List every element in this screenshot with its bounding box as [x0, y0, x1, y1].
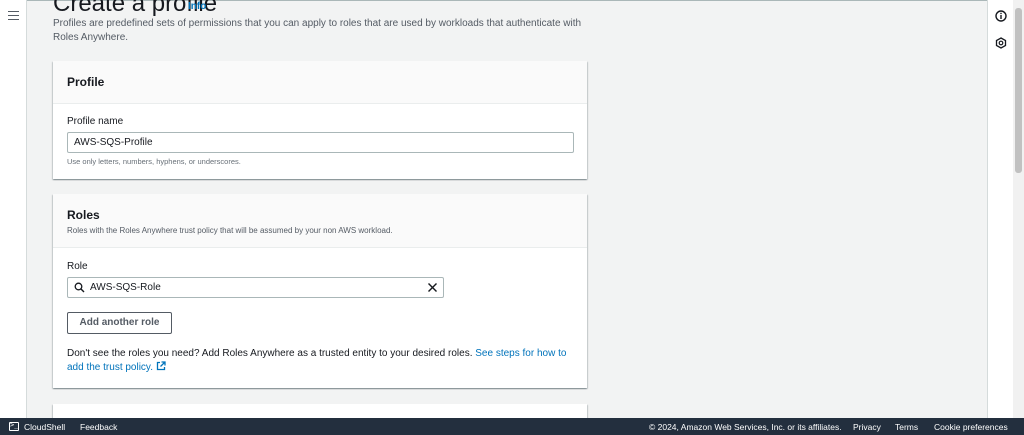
terms-link[interactable]: Terms	[895, 422, 918, 432]
scrollbar-thumb[interactable]	[1015, 8, 1022, 173]
close-icon[interactable]	[427, 282, 438, 293]
page-description: Profiles are predefined sets of permissi…	[53, 18, 582, 43]
external-link-icon	[156, 361, 166, 371]
info-link[interactable]: Info	[188, 1, 206, 12]
right-tools-rail	[987, 0, 1014, 418]
shield-settings-icon[interactable]	[995, 37, 1007, 49]
profile-name-input[interactable]	[67, 132, 574, 153]
search-icon	[74, 282, 85, 293]
hamburger-menu-icon[interactable]	[8, 11, 19, 20]
profile-name-label: Profile name	[67, 116, 124, 127]
privacy-link[interactable]: Privacy	[853, 422, 881, 432]
trust-policy-hint: Don't see the roles you need? Add Roles …	[67, 347, 572, 375]
profile-name-constraint: Use only letters, numbers, hyphens, or u…	[67, 157, 241, 166]
profile-panel: Profile Profile name Use only letters, n…	[53, 61, 587, 179]
add-another-role-button[interactable]: Add another role	[67, 312, 172, 334]
profile-panel-title: Profile	[67, 75, 105, 89]
role-label: Role	[67, 261, 88, 272]
role-value: AWS-SQS-Role	[90, 282, 161, 293]
terminal-icon[interactable]	[9, 421, 19, 431]
hint-text: Don't see the roles you need? Add Roles …	[67, 348, 476, 359]
cloudshell-link[interactable]: CloudShell	[24, 422, 65, 432]
roles-panel-title: Roles	[67, 208, 100, 222]
cookie-preferences-link[interactable]: Cookie preferences	[934, 422, 1008, 432]
roles-panel: Roles Roles with the Roles Anywhere trus…	[53, 194, 587, 388]
console-footer: CloudShell Feedback © 2024, Amazon Web S…	[0, 418, 1024, 435]
profile-panel-header: Profile	[53, 61, 587, 104]
roles-panel-header: Roles Roles with the Roles Anywhere trus…	[53, 194, 587, 248]
left-navigation-rail	[0, 0, 27, 418]
roles-panel-subtitle: Roles with the Roles Anywhere trust poli…	[67, 226, 393, 235]
info-circle-icon[interactable]	[995, 10, 1007, 22]
copyright-text: © 2024, Amazon Web Services, Inc. or its…	[649, 422, 842, 432]
role-search-field[interactable]: AWS-SQS-Role	[67, 277, 444, 298]
vertical-scrollbar[interactable]	[1013, 0, 1024, 418]
feedback-link[interactable]: Feedback	[80, 422, 117, 432]
